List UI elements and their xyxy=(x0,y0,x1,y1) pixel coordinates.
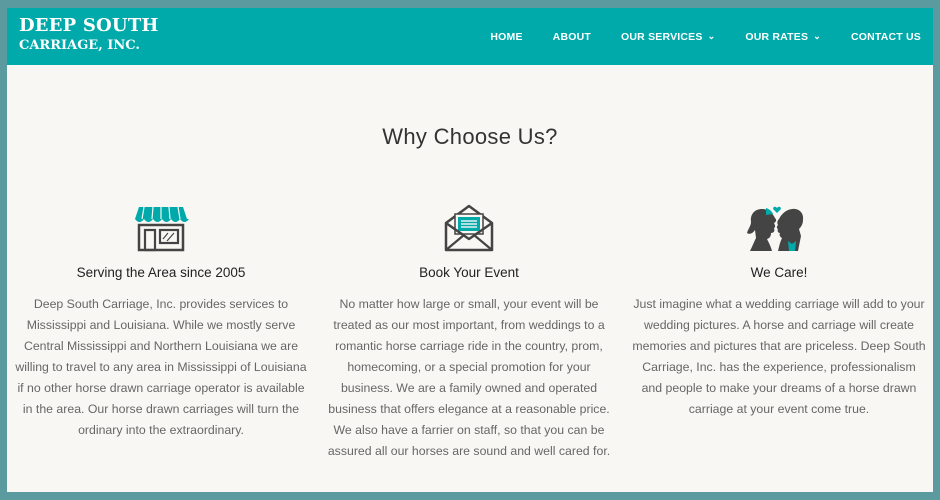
feature-book-event: Book Your Event No matter how large or s… xyxy=(321,198,617,462)
page-frame: DEEP SOUTH CARRIAGE, INC. HOME ABOUT OUR… xyxy=(7,8,933,492)
logo-line-1: DEEP SOUTH xyxy=(19,15,159,36)
section-title: Why Choose Us? xyxy=(382,124,558,149)
nav-our-rates-label: OUR RATES xyxy=(745,30,809,43)
feature-title: We Care! xyxy=(750,265,808,280)
feature-text: No matter how large or small, your event… xyxy=(327,297,611,458)
feature-text: Just imagine what a wedding carriage wil… xyxy=(632,297,926,416)
nav-our-services[interactable]: OUR SERVICES ⌄ xyxy=(621,31,715,43)
feature-serving-area: Serving the Area since 2005 Deep South C… xyxy=(13,198,309,441)
chevron-down-icon: ⌄ xyxy=(813,31,821,41)
nav-home[interactable]: HOME xyxy=(490,31,522,43)
envelope-icon xyxy=(321,198,617,253)
nav-about-label: ABOUT xyxy=(552,30,592,43)
nav-home-label: HOME xyxy=(490,30,523,43)
site-logo[interactable]: DEEP SOUTH CARRIAGE, INC. xyxy=(19,15,159,53)
chevron-down-icon: ⌄ xyxy=(707,31,716,41)
site-header: DEEP SOUTH CARRIAGE, INC. HOME ABOUT OUR… xyxy=(7,8,933,65)
main-nav: HOME ABOUT OUR SERVICES ⌄ OUR RATES ⌄ CO… xyxy=(490,8,921,65)
feature-we-care: We Care! Just imagine what a wedding car… xyxy=(631,198,927,420)
feature-text: Deep South Carriage, Inc. provides servi… xyxy=(15,297,307,437)
storefront-icon xyxy=(13,198,309,253)
feature-title: Book Your Event xyxy=(419,265,519,280)
nav-contact-us[interactable]: CONTACT US xyxy=(851,31,921,43)
couple-icon xyxy=(631,198,927,253)
logo-line-2: CARRIAGE, INC. xyxy=(19,38,140,53)
nav-contact-us-label: CONTACT US xyxy=(850,30,921,43)
nav-our-services-label: OUR SERVICES xyxy=(621,30,703,43)
nav-about[interactable]: ABOUT xyxy=(553,31,591,43)
feature-title: Serving the Area since 2005 xyxy=(76,265,246,280)
nav-our-rates[interactable]: OUR RATES ⌄ xyxy=(745,31,821,43)
